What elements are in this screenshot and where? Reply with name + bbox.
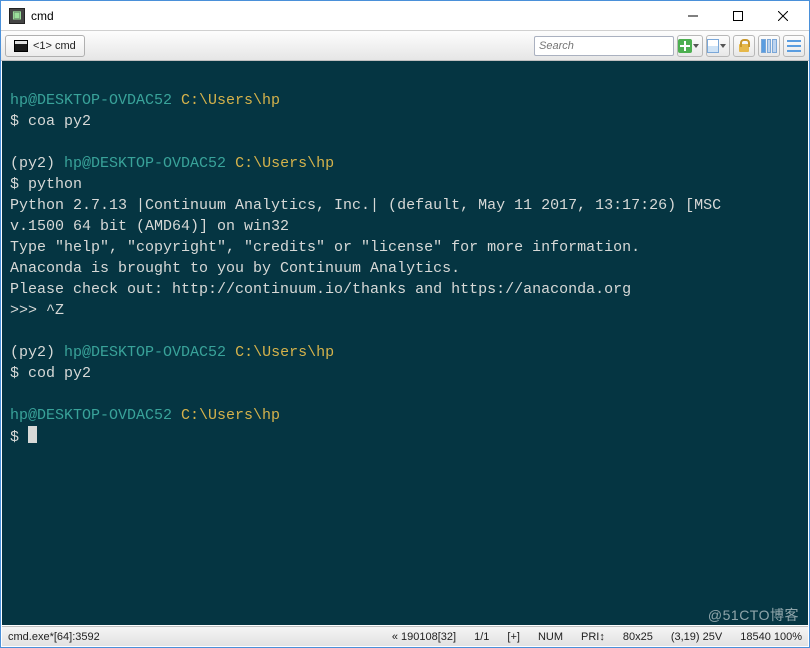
close-button[interactable] — [760, 2, 805, 30]
layout-button[interactable] — [758, 35, 780, 57]
lock-icon — [739, 44, 749, 52]
prompt-line: hp@DESKTOP-OVDAC52 C:\Users\hp — [10, 405, 800, 426]
menu-button[interactable] — [783, 35, 805, 57]
tab-label: <1> cmd — [33, 40, 76, 52]
output-line: Anaconda is brought to you by Continuum … — [10, 258, 800, 279]
output-line: Please check out: http://continuum.io/th… — [10, 279, 800, 300]
status-history: « 190108[32] — [392, 631, 456, 643]
status-process: cmd.exe*[64]:3592 — [8, 631, 100, 643]
status-pri: PRI↕ — [581, 631, 605, 643]
statusbar: cmd.exe*[64]:3592 « 190108[32] 1/1 [+] N… — [2, 626, 808, 646]
output-line: >>> ^Z — [10, 300, 800, 321]
command-line: $ — [10, 426, 800, 448]
status-num: NUM — [538, 631, 563, 643]
plus-icon — [678, 39, 692, 53]
status-position: 1/1 — [474, 631, 489, 643]
window-controls — [670, 2, 805, 30]
minimize-button[interactable] — [670, 2, 715, 30]
window-title: cmd — [31, 9, 670, 23]
terminal-area[interactable]: hp@DESKTOP-OVDAC52 C:\Users\hp$ coa py2(… — [2, 61, 808, 625]
command-line: $ coa py2 — [10, 111, 800, 132]
new-tab-button[interactable] — [677, 35, 703, 57]
terminal-icon — [14, 40, 28, 52]
status-right: 18540 100% — [740, 631, 802, 643]
hamburger-icon — [787, 40, 801, 52]
columns-icon — [761, 39, 777, 53]
search-box[interactable] — [534, 36, 674, 56]
prompt-line: hp@DESKTOP-OVDAC52 C:\Users\hp — [10, 90, 800, 111]
command-line: $ python — [10, 174, 800, 195]
search-input[interactable] — [539, 40, 682, 52]
output-line: Python 2.7.13 |Continuum Analytics, Inc.… — [10, 195, 800, 216]
output-line: Type "help", "copyright", "credits" or "… — [10, 237, 800, 258]
document-icon — [707, 39, 719, 53]
window-titlebar: ▣ cmd — [1, 1, 809, 31]
maximize-button[interactable] — [715, 2, 760, 30]
prompt-line: (py2) hp@DESKTOP-OVDAC52 C:\Users\hp — [10, 153, 800, 174]
lock-button[interactable] — [733, 35, 755, 57]
status-plus: [+] — [507, 631, 520, 643]
prompt-line: (py2) hp@DESKTOP-OVDAC52 C:\Users\hp — [10, 342, 800, 363]
toolbar: <1> cmd — [1, 31, 809, 61]
status-cursor: (3,19) 25V — [671, 631, 722, 643]
command-line: $ cod py2 — [10, 363, 800, 384]
app-icon: ▣ — [9, 8, 25, 24]
output-line: v.1500 64 bit (AMD64)] on win32 — [10, 216, 800, 237]
tab-cmd[interactable]: <1> cmd — [5, 35, 85, 57]
status-size: 80x25 — [623, 631, 653, 643]
document-button[interactable] — [706, 35, 730, 57]
